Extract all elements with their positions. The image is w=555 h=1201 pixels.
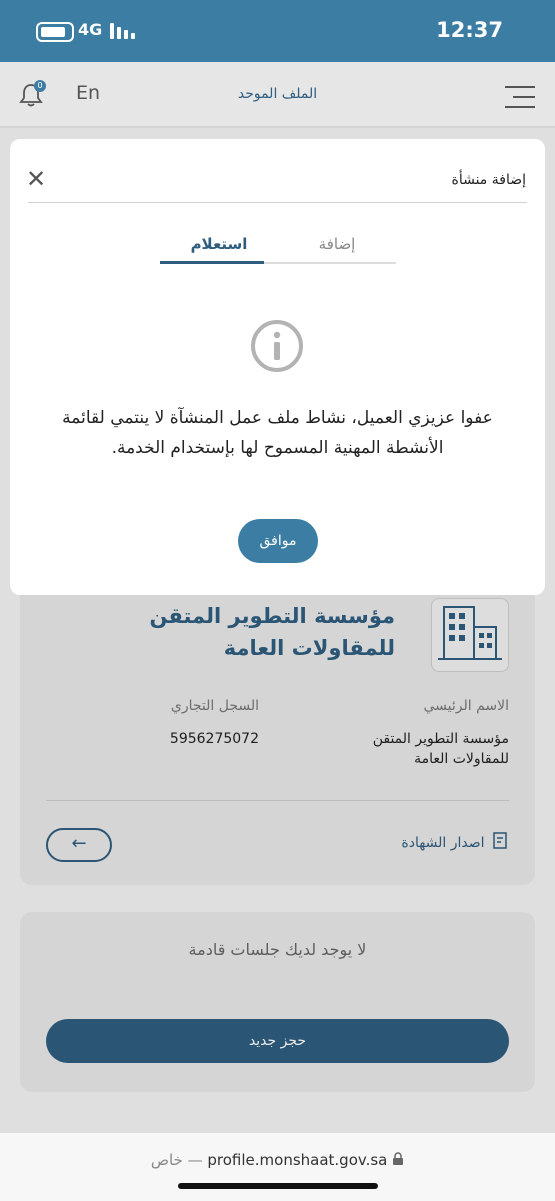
tab-active-indicator bbox=[160, 261, 264, 264]
tab-inquiry[interactable]: استعلام bbox=[160, 235, 278, 253]
signal-icon bbox=[110, 23, 136, 39]
clock: 12:37 bbox=[436, 18, 503, 42]
modal-divider bbox=[28, 202, 527, 203]
privacy-label: خاص — bbox=[150, 1151, 203, 1169]
ok-button[interactable]: موافق bbox=[238, 519, 318, 563]
info-icon bbox=[250, 319, 304, 373]
home-indicator bbox=[178, 1183, 378, 1189]
app-bar: 0 En الملف الموحد bbox=[0, 62, 555, 128]
error-message: عفوا عزيزي العميل، نشاط ملف عمل المنشآة … bbox=[62, 408, 493, 458]
status-bar: 4G 12:37 bbox=[0, 0, 555, 62]
tab-add[interactable]: إضافة bbox=[278, 235, 396, 253]
network-label: 4G bbox=[78, 20, 103, 39]
page-title: الملف الموحد bbox=[237, 86, 318, 102]
battery-icon bbox=[36, 22, 74, 42]
close-icon[interactable]: ✕ bbox=[26, 167, 46, 191]
lock-icon bbox=[392, 1151, 404, 1170]
modal-title: إضافة منشأة bbox=[451, 172, 526, 188]
browser-url-bar[interactable]: خاص — profile.monshaat.gov.sa bbox=[0, 1132, 555, 1201]
hamburger-menu-icon[interactable] bbox=[505, 86, 535, 108]
url-domain: profile.monshaat.gov.sa bbox=[207, 1151, 388, 1169]
add-establishment-modal: إضافة منشأة ✕ استعلام إضافة عفوا عزيزي ا… bbox=[10, 139, 545, 595]
